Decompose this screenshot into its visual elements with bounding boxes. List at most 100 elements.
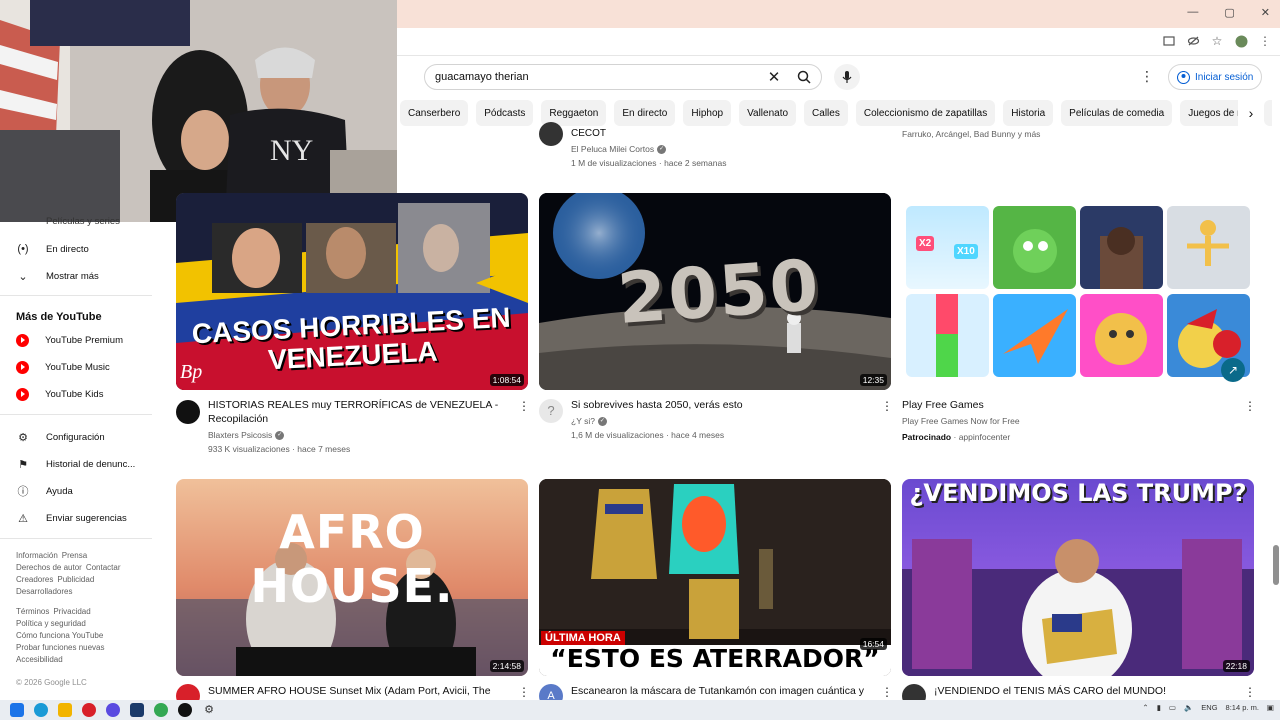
video-duration: 1:08:54 [489, 374, 524, 386]
channel-avatar[interactable] [539, 122, 563, 146]
browser-menu-icon[interactable]: ⋮ [1258, 34, 1272, 48]
channel-avatar[interactable] [176, 400, 200, 424]
video-menu-icon[interactable]: ⋮ [518, 399, 530, 413]
close-window-button[interactable]: ✕ [1261, 6, 1270, 19]
video-title[interactable]: CECOT [571, 127, 606, 141]
video-menu-icon[interactable]: ⋮ [1244, 685, 1256, 699]
scrollbar-track[interactable] [1272, 56, 1280, 700]
filter-chip[interactable]: En directo [614, 100, 676, 126]
video-duration: 2:14:58 [489, 660, 524, 672]
footer-link[interactable]: Privacidad [53, 607, 90, 616]
app-icon[interactable] [82, 703, 96, 717]
video-menu-icon[interactable]: ⋮ [881, 685, 893, 699]
chrome-icon[interactable] [154, 703, 168, 717]
channel-avatar[interactable]: ? [539, 399, 563, 423]
filter-chip[interactable]: Hiphop [683, 100, 732, 126]
filter-chip[interactable]: Canserbero [400, 100, 469, 126]
footer-link[interactable]: Desarrolladores [16, 587, 72, 596]
sidebar-item-youtube-premium[interactable]: YouTube Premium [16, 330, 123, 350]
sidebar-item-movies[interactable]: Películas y series [16, 216, 120, 226]
filter-chip[interactable]: Calles [804, 100, 848, 126]
footer-link[interactable]: Derechos de autor [16, 563, 82, 572]
folder-icon[interactable] [58, 703, 72, 717]
gear-icon[interactable]: ⚙ [202, 703, 216, 717]
video-title[interactable]: HISTORIAS REALES muy TERRORÍFICAS de VEN… [208, 398, 508, 426]
cast-icon[interactable] [1162, 34, 1176, 48]
window-controls: — ▢ ✕ [1187, 6, 1270, 19]
sidebar-item-help[interactable]: ⓘ Ayuda [16, 481, 73, 501]
steam-icon[interactable] [130, 703, 144, 717]
video-title[interactable]: ¡VENDIENDO el TENIS MÁS CARO del MUNDO! [934, 684, 1234, 698]
app-icon[interactable] [106, 703, 120, 717]
volume-icon[interactable]: 🔈 [1184, 703, 1193, 712]
voice-search-button[interactable] [834, 64, 860, 90]
language-indicator[interactable]: ENG [1201, 703, 1217, 712]
footer-link[interactable]: Contactar [86, 563, 121, 572]
notifications-icon[interactable]: ▣ [1267, 703, 1274, 712]
video-title[interactable]: SUMMER AFRO HOUSE Sunset Mix (Adam Port,… [208, 684, 508, 698]
filter-chip[interactable]: Historia [1003, 100, 1054, 126]
network-icon[interactable]: ▭ [1169, 703, 1176, 712]
channel-name[interactable]: ¿Y si? ✓ [571, 414, 607, 428]
game-tile [1167, 206, 1250, 289]
bookmark-star-icon[interactable]: ☆ [1210, 34, 1224, 48]
footer-link[interactable]: Creadores [16, 575, 53, 584]
tray-chevron-icon[interactable]: ⌃ [1142, 703, 1148, 712]
open-external-icon[interactable]: ↗ [1221, 358, 1245, 382]
signin-button[interactable]: Iniciar sesión [1168, 64, 1263, 90]
maximize-button[interactable]: ▢ [1224, 6, 1234, 19]
start-icon[interactable] [10, 703, 24, 717]
sidebar-item-youtube-music[interactable]: YouTube Music [16, 357, 110, 377]
scrollbar-thumb[interactable] [1273, 545, 1279, 585]
footer-link[interactable]: Probar funciones nuevas [16, 643, 105, 652]
video-thumbnail[interactable]: ¿VENDIMOS LAS TRUMP? 22:18 [902, 479, 1254, 676]
video-thumbnail[interactable]: AFRO HOUSE. 2:14:58 [176, 479, 528, 676]
ad-title[interactable]: Play Free Games [902, 398, 1202, 412]
search-button[interactable] [785, 64, 821, 90]
channel-name[interactable]: El Peluca Milei Cortos ✓ [571, 142, 667, 156]
footer-link[interactable]: Accesibilidad [16, 655, 63, 664]
filter-chip[interactable]: Pódcasts [476, 100, 534, 126]
search-input[interactable] [435, 71, 763, 83]
video-thumbnail[interactable]: CASOS HORRIBLES EN VENEZUELA Bp 1:08:54 [176, 193, 528, 390]
clock[interactable]: 8:14 p. m. [1226, 703, 1259, 712]
footer-link[interactable]: Prensa [62, 551, 87, 560]
obs-icon[interactable] [178, 703, 192, 717]
video-menu-icon[interactable]: ⋮ [881, 399, 893, 413]
settings-menu-icon[interactable]: ⋮ [1140, 68, 1154, 85]
footer-link[interactable]: Política y seguridad [16, 619, 86, 628]
footer-link[interactable]: Publicidad [57, 575, 94, 584]
filter-chip[interactable]: Coleccionismo de zapatillas [855, 100, 996, 126]
more-from-youtube-heading: Más de YouTube [16, 311, 102, 323]
chip-scroll-next-button[interactable]: › [1238, 100, 1264, 126]
sidebar-item-youtube-kids[interactable]: YouTube Kids [16, 384, 103, 404]
usb-icon[interactable]: ▮ [1157, 703, 1161, 712]
video-title[interactable]: Escanearon la máscara de Tutankamón con … [571, 684, 871, 698]
ad-menu-icon[interactable]: ⋮ [1244, 399, 1256, 413]
video-meta: 1,6 M de visualizaciones · hace 4 meses [571, 430, 725, 440]
edge-icon[interactable] [34, 703, 48, 717]
filter-chip[interactable]: Películas de comedia [1061, 100, 1173, 126]
video-menu-icon[interactable]: ⋮ [518, 685, 530, 699]
ad-thumbnail[interactable]: X2 X10 ↗ [902, 193, 1254, 390]
filter-chip[interactable]: Vallenato [739, 100, 797, 126]
sidebar-item-show-more[interactable]: ⌄ Mostrar más [16, 266, 98, 286]
sidebar-item-settings[interactable]: ⚙ Configuración [16, 427, 105, 447]
footer-link[interactable]: Términos [16, 607, 49, 616]
channel-name[interactable]: Blaxters Psicosis ✓ [208, 428, 285, 442]
video-thumbnail[interactable]: 2050 12:35 [539, 193, 891, 390]
sidebar-item-live[interactable]: (•) En directo [16, 239, 88, 259]
video-thumbnail[interactable]: ÚLTIMA HORA “ESTO ES ATERRADOR” 16:54 [539, 479, 891, 676]
sidebar-item-feedback[interactable]: ⚠ Enviar sugerencias [16, 508, 127, 528]
feedback-icon: ⚠ [18, 512, 28, 525]
profile-avatar[interactable] [1234, 34, 1248, 48]
minimize-button[interactable]: — [1187, 6, 1198, 19]
clear-search-button[interactable]: ✕ [763, 68, 785, 86]
sidebar-item-report-history[interactable]: ⚑ Historial de denunc... [16, 454, 135, 474]
search-box[interactable]: ✕ [424, 64, 822, 90]
video-title[interactable]: Si sobrevives hasta 2050, verás esto [571, 398, 871, 412]
footer-links-primary: Información Prensa Derechos de autor Conta… [16, 550, 146, 598]
footer-link[interactable]: Cómo funciona YouTube [16, 631, 103, 640]
eye-off-icon[interactable] [1186, 34, 1200, 48]
footer-link[interactable]: Información [16, 551, 58, 560]
